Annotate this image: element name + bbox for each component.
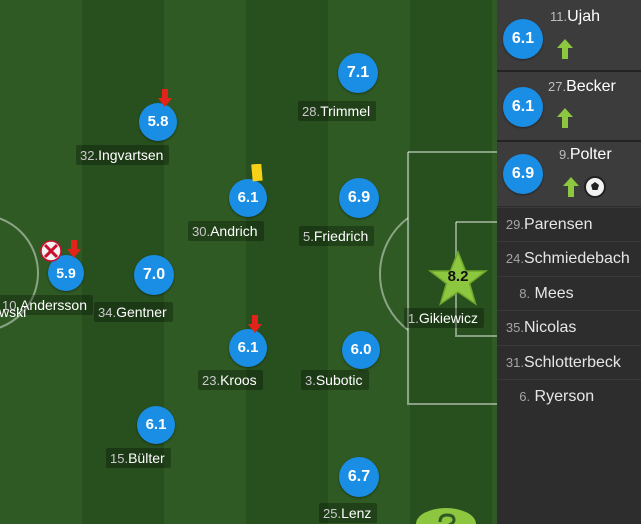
- rating-badge: 6.1: [229, 329, 267, 367]
- rating-badge: 6.7: [339, 457, 379, 497]
- player-label: 3.Subotic: [301, 370, 369, 390]
- yellow-card-icon: [251, 164, 263, 182]
- player-name: Andersson: [20, 297, 88, 313]
- player-number: 34.: [98, 305, 117, 320]
- player-number: 8.: [519, 286, 531, 301]
- sub-out-arrow-icon: [248, 315, 262, 333]
- player-label: 30.Andrich: [188, 221, 264, 241]
- substitute-becker[interactable]: 6.1 27.Becker: [497, 72, 641, 142]
- player-label: 25.Lenz: [319, 503, 378, 523]
- player-label: 32.Ingvartsen: [76, 145, 170, 165]
- rating-badge: 5.8: [139, 103, 177, 141]
- player-name: Schlotterbeck: [523, 354, 621, 371]
- player-label: 5.Friedrich: [299, 226, 375, 246]
- rating-badge: 6.0: [342, 331, 380, 369]
- player-label: 23.Kroos: [198, 370, 263, 390]
- rating-badge: 8.2: [447, 268, 469, 285]
- player-name: Gentner: [116, 304, 167, 320]
- help-icon[interactable]: [416, 500, 480, 524]
- bench-player[interactable]: 31.Schlotterbeck: [497, 345, 641, 380]
- substitute-label: 9.Polter: [559, 146, 612, 164]
- player-name: Becker: [566, 78, 616, 95]
- bench-player[interactable]: 24.Schmiedebach: [497, 241, 641, 276]
- player-name: Schmiedebach: [523, 250, 630, 267]
- player-name: Ujah: [567, 8, 601, 25]
- rating-badge: 7.0: [134, 255, 174, 295]
- bench-player[interactable]: 29.Parensen: [497, 207, 641, 242]
- player-label: 28.Trimmel: [298, 101, 377, 121]
- player-number: 3.: [305, 373, 316, 388]
- sub-in-arrow-icon: [557, 39, 573, 59]
- star-icon: 8.2: [427, 249, 489, 310]
- player-number: 32.: [80, 148, 99, 163]
- player-name: Trimmel: [320, 103, 371, 119]
- rating-badge: 6.1: [503, 19, 543, 59]
- player-number: 29.: [505, 217, 524, 232]
- player-label: 15.Bülter: [106, 448, 171, 468]
- player-number: 25.: [323, 506, 342, 521]
- player-name: Polter: [569, 146, 612, 163]
- substitute-label: 27.Becker: [548, 78, 616, 96]
- rating-badge: 7.1: [338, 53, 378, 93]
- player-name: Kroos: [220, 372, 257, 388]
- player-number: 6.: [519, 389, 531, 404]
- bench-player[interactable]: 8. Mees: [497, 276, 641, 311]
- player-number: 23.: [202, 373, 221, 388]
- player-name: Ingvartsen: [98, 147, 164, 163]
- player-name: Lenz: [341, 505, 372, 521]
- bench-player[interactable]: 6. Ryerson: [497, 379, 641, 414]
- substitute-polter[interactable]: 6.9 9.Polter: [497, 142, 641, 206]
- player-name: Gikiewicz: [418, 310, 478, 326]
- bench-player[interactable]: 35.Nicolas: [497, 310, 641, 345]
- player-number: 11.: [550, 9, 568, 24]
- player-number: 5.: [303, 229, 314, 244]
- player-number: 15.: [110, 451, 129, 466]
- player-number: 35.: [505, 320, 524, 335]
- pitch: 7.1 28.Trimmel 5.8 32.Ingvartsen 6.1 30.…: [0, 0, 497, 524]
- player-number: 28.: [302, 104, 321, 119]
- player-number: 24.: [505, 251, 524, 266]
- player-name-cutoff: wski: [0, 304, 27, 320]
- player-number: 27.: [548, 79, 567, 94]
- player-name: Parensen: [523, 216, 593, 233]
- sub-out-arrow-icon: [158, 89, 172, 107]
- rating-badge: 6.9: [503, 154, 543, 194]
- sub-in-arrow-icon: [563, 177, 579, 197]
- player-number: 31.: [505, 355, 524, 370]
- substitute-ujah[interactable]: 6.1 11.Ujah: [497, 0, 641, 72]
- rating-badge: 6.1: [503, 87, 543, 127]
- player-number: 1.: [408, 311, 419, 326]
- player-number: 30.: [192, 224, 211, 239]
- player-name: Ryerson: [534, 388, 595, 405]
- sub-out-arrow-icon: [67, 240, 81, 258]
- injury-icon: [40, 240, 62, 262]
- player-number: 9.: [559, 147, 570, 162]
- substitutes-panel: 6.1 11.Ujah 6.1 27.Becker 6.9 9.Polter 2…: [497, 0, 641, 524]
- goal-ball-icon: [584, 176, 606, 198]
- player-label: 1.Gikiewicz: [404, 308, 484, 328]
- player-name: Mees: [534, 285, 574, 302]
- rating-badge: 6.1: [229, 179, 267, 217]
- player-name: Bülter: [128, 450, 165, 466]
- player-name: Friedrich: [313, 228, 369, 244]
- player-name: Andrich: [210, 223, 258, 239]
- rating-badge: 6.9: [339, 178, 379, 218]
- player-name: Nicolas: [523, 319, 577, 336]
- sub-in-arrow-icon: [557, 108, 573, 128]
- player-name: Subotic: [315, 372, 363, 388]
- player-label: 34.Gentner: [94, 302, 173, 322]
- rating-badge: 6.1: [137, 406, 175, 444]
- substitute-label: 11.Ujah: [550, 8, 600, 26]
